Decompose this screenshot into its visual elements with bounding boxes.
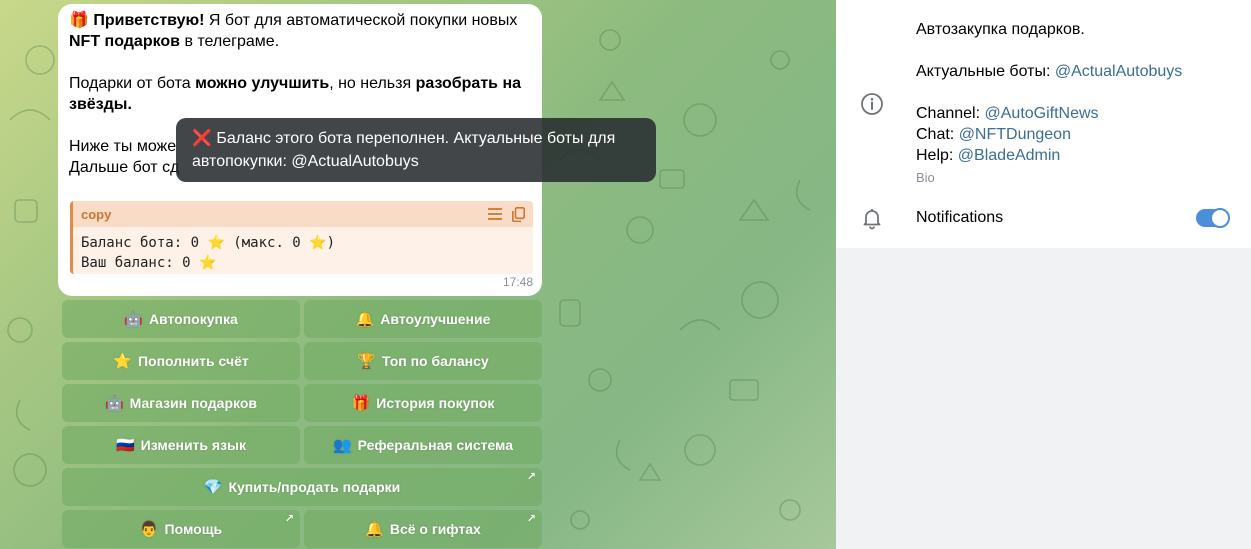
topup-button[interactable]: ⭐ Пополнить счёт bbox=[62, 342, 300, 380]
code-language-label: copy bbox=[81, 206, 112, 222]
star-emoji-icon: ⭐ bbox=[113, 353, 132, 370]
help-link[interactable]: @BladeAdmin bbox=[958, 147, 1061, 164]
topup-label: Пополнить счёт bbox=[137, 353, 249, 369]
bio-text: Автозакупка подарков. Актуальные боты: @… bbox=[916, 19, 1182, 166]
gift-icon: 🎁 bbox=[69, 12, 89, 29]
disassemble-bold: разобрать на bbox=[415, 75, 522, 92]
profile-info-card: Автозакупка подарков. Актуальные боты: @… bbox=[836, 0, 1251, 248]
code-block-body: Баланс бота: 0 ⭐ (макс. 0 ⭐) Ваш баланс:… bbox=[73, 227, 533, 279]
upgrade-bold: можно улучшить bbox=[195, 75, 330, 92]
external-link-icon: ↗ bbox=[284, 513, 294, 525]
purchase-history-button[interactable]: 🎁 История покупок bbox=[304, 384, 542, 422]
bell-emoji-icon: 🔔 bbox=[355, 311, 375, 328]
telegram-text: в телеграме. bbox=[180, 33, 280, 50]
about-gifts-button[interactable]: 🔔 Всё о гифтах ↗ bbox=[304, 510, 542, 548]
robot-icon: 🤖 bbox=[104, 395, 124, 412]
bio-label: Bio bbox=[916, 170, 935, 185]
copy-icon[interactable] bbox=[512, 206, 525, 222]
top-balance-button[interactable]: 🏆 Топ по балансу bbox=[304, 342, 542, 380]
info-icon bbox=[861, 93, 883, 115]
toast-text: Баланс этого бота переполнен. Актуальные… bbox=[192, 130, 616, 170]
change-language-button[interactable]: 🇷🇺 Изменить язык bbox=[62, 426, 300, 464]
code-block-header: copy bbox=[73, 201, 533, 227]
autobuy-label: Автопокупка bbox=[148, 311, 238, 327]
star-icon: ⭐ bbox=[207, 235, 225, 251]
referral-label: Реферальная система bbox=[357, 437, 514, 453]
bio-line-actual-bots: Актуальные боты: @ActualAutobuys bbox=[916, 63, 1183, 80]
bio-line-channel: Channel: @AutoGiftNews bbox=[916, 105, 1099, 122]
cross-mark-icon: ❌ bbox=[192, 130, 212, 147]
help-label: Помощь bbox=[164, 521, 223, 537]
diamond-icon: 💎 bbox=[203, 479, 223, 496]
notifications-label: Notifications bbox=[916, 209, 1004, 226]
stars-bold: звёзды. bbox=[69, 96, 132, 113]
change-language-label: Изменить язык bbox=[140, 437, 246, 453]
robot-icon: 🤖 bbox=[124, 311, 143, 328]
bio-line-autobuy: Автозакупка подарков. bbox=[916, 21, 1085, 38]
greeting-bold: Приветствую! bbox=[93, 12, 205, 29]
star-icon: ⭐ bbox=[199, 255, 217, 271]
code-line-user-balance: Ваш баланс: 0 ⭐ bbox=[81, 255, 217, 271]
external-link-icon: ↗ bbox=[526, 471, 536, 483]
people-icon: 👥 bbox=[332, 437, 352, 454]
star-icon: ⭐ bbox=[309, 235, 327, 251]
purchase-history-label: История покупок bbox=[376, 395, 495, 411]
referral-button[interactable]: 👥 Реферальная система bbox=[304, 426, 542, 464]
actual-autobuys-link[interactable]: @ActualAutobuys bbox=[1055, 63, 1182, 80]
about-gifts-label: Всё о гифтах bbox=[389, 521, 481, 537]
code-line-bot-balance: Баланс бота: 0 ⭐ (макс. 0 ⭐) bbox=[81, 235, 336, 251]
notifications-toggle[interactable] bbox=[1196, 208, 1230, 228]
message-time: 17:48 bbox=[502, 275, 533, 289]
nft-bold: NFT подарков bbox=[69, 33, 181, 50]
but-text: , но нельзя bbox=[329, 75, 416, 92]
bell-emoji-icon: 🔔 bbox=[365, 521, 384, 538]
wrap-lines-icon[interactable] bbox=[488, 208, 502, 220]
russia-flag-icon: 🇷🇺 bbox=[115, 437, 135, 454]
chat-area: 🎁 Приветствую! Я бот для автоматической … bbox=[0, 0, 836, 549]
person-icon: 👨 bbox=[139, 521, 159, 538]
autoupgrade-button[interactable]: 🔔 Автоулучшение bbox=[304, 300, 542, 338]
error-toast: ❌ Баланс этого бота переполнен. Актуальн… bbox=[176, 118, 656, 182]
gift-shop-label: Магазин подарков bbox=[129, 395, 258, 411]
chat-link[interactable]: @NFTDungeon bbox=[959, 126, 1071, 143]
bio-line-help: Help: @BladeAdmin bbox=[916, 147, 1061, 164]
autobuy-button[interactable]: 🤖 Автопокупка bbox=[62, 300, 300, 338]
gift-emoji-icon: 🎁 bbox=[351, 395, 371, 412]
autoupgrade-label: Автоулучшение bbox=[380, 311, 491, 327]
top-balance-label: Топ по балансу bbox=[382, 353, 489, 369]
buy-sell-gifts-button[interactable]: 💎 Купить/продать подарки ↗ bbox=[62, 468, 542, 506]
help-button[interactable]: 👨 Помощь ↗ bbox=[62, 510, 300, 548]
profile-panel: Автозакупка подарков. Актуальные боты: @… bbox=[836, 0, 1251, 549]
bell-icon bbox=[863, 209, 881, 230]
channel-link[interactable]: @AutoGiftNews bbox=[985, 105, 1099, 122]
greeting-text: Я бот для автоматической покупки новых bbox=[204, 12, 518, 29]
gift-shop-button[interactable]: 🤖 Магазин подарков bbox=[62, 384, 300, 422]
external-link-icon: ↗ bbox=[526, 513, 536, 525]
upgrade-text: Подарки от бота bbox=[69, 75, 196, 92]
buy-sell-label: Купить/продать подарки bbox=[228, 479, 401, 495]
trophy-icon: 🏆 bbox=[357, 353, 377, 370]
code-block: copy Баланс бота: 0 ⭐ (макс. 0 ⭐) Ваш ба… bbox=[70, 201, 533, 274]
bio-line-chat: Chat: @NFTDungeon bbox=[916, 126, 1071, 143]
toggle-knob bbox=[1210, 208, 1230, 228]
